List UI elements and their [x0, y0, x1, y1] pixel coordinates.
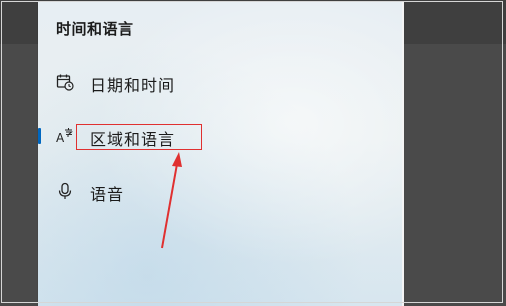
nav-item-label: 日期和时间 [90, 76, 176, 95]
selected-indicator [38, 128, 41, 144]
nav-item-label: 语音 [90, 185, 125, 204]
calendar-clock-icon [56, 74, 74, 91]
language-icon: A [56, 128, 73, 145]
nav-item-date-time[interactable]: 日期和时间 [38, 64, 402, 100]
section-title: 时间和语言 [56, 20, 134, 38]
nav-item-region-language[interactable]: A 区域和语言 [38, 118, 402, 154]
settings-sidebar: 时间和语言 日期和时间 A 区域和语言 语音 [38, 2, 402, 306]
panel-edge [402, 2, 404, 306]
svg-text:A: A [56, 131, 65, 145]
microphone-icon [58, 182, 72, 199]
nav-item-speech[interactable]: 语音 [38, 173, 402, 209]
nav-item-label: 区域和语言 [90, 130, 176, 149]
